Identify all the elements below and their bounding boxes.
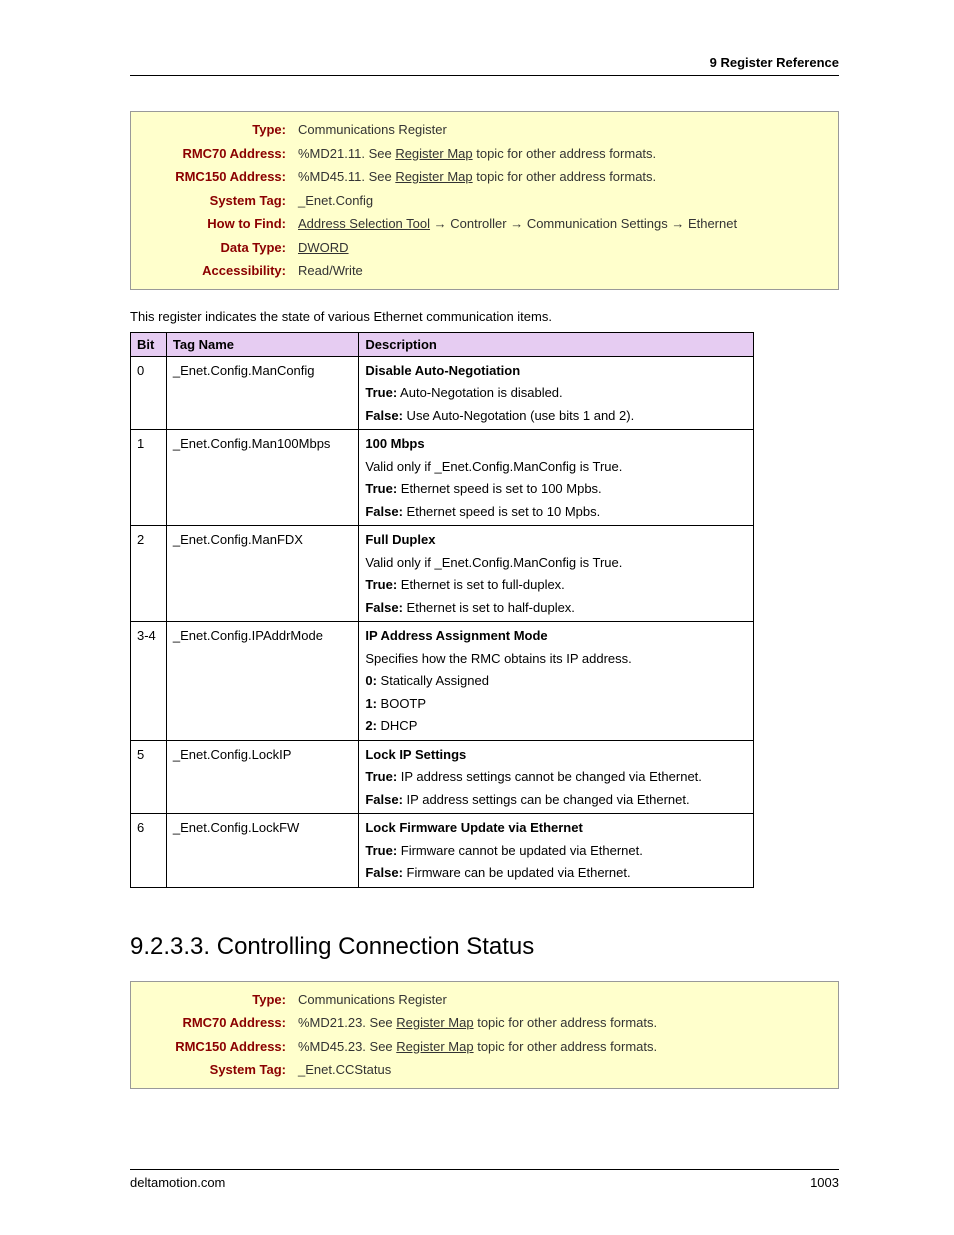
page-header: 9 Register Reference [130, 55, 839, 76]
type-value: Communications Register [298, 990, 828, 1010]
rmc150-label: RMC150 Address: [131, 167, 298, 187]
footer-site: deltamotion.com [130, 1175, 225, 1190]
chapter-title: 9 Register Reference [710, 55, 839, 70]
systag-value: _Enet.CCStatus [298, 1060, 828, 1080]
rmc70-value: %MD21.11. See Register Map topic for oth… [298, 144, 828, 164]
systag-label: System Tag: [131, 191, 298, 211]
howto-value: Address Selection Tool → Controller → Co… [298, 214, 828, 234]
footer-page: 1003 [810, 1175, 839, 1190]
address-selection-tool-link[interactable]: Address Selection Tool [298, 216, 430, 231]
register-map-link[interactable]: Register Map [396, 1039, 473, 1054]
type-value: Communications Register [298, 120, 828, 140]
register-map-link[interactable]: Register Map [395, 146, 472, 161]
dword-link[interactable]: DWORD [298, 240, 349, 255]
table-row: 3-4 _Enet.Config.IPAddrMode IP Address A… [131, 622, 754, 741]
register-info-box-2: Type: Communications Register RMC70 Addr… [130, 981, 839, 1089]
register-map-link[interactable]: Register Map [396, 1015, 473, 1030]
bit-table: Bit Tag Name Description 0 _Enet.Config.… [130, 332, 754, 888]
systag-label: System Tag: [131, 1060, 298, 1080]
section-heading: 9.2.3.3. Controlling Connection Status [130, 933, 839, 961]
rmc150-label: RMC150 Address: [131, 1037, 298, 1057]
table-row: 0 _Enet.Config.ManConfig Disable Auto-Ne… [131, 356, 754, 430]
register-info-box: Type: Communications Register RMC70 Addr… [130, 111, 839, 290]
howto-label: How to Find: [131, 214, 298, 234]
datatype-label: Data Type: [131, 238, 298, 258]
col-description: Description [359, 332, 754, 356]
table-row: 6 _Enet.Config.LockFW Lock Firmware Upda… [131, 814, 754, 888]
rmc150-value: %MD45.11. See Register Map topic for oth… [298, 167, 828, 187]
page-footer: deltamotion.com 1003 [130, 1169, 839, 1190]
register-map-link[interactable]: Register Map [395, 169, 472, 184]
table-row: 1 _Enet.Config.Man100Mbps 100 Mbps Valid… [131, 430, 754, 526]
type-label: Type: [131, 120, 298, 140]
rmc70-value: %MD21.23. See Register Map topic for oth… [298, 1013, 828, 1033]
rmc150-value: %MD45.23. See Register Map topic for oth… [298, 1037, 828, 1057]
systag-value: _Enet.Config [298, 191, 828, 211]
rmc70-label: RMC70 Address: [131, 1013, 298, 1033]
access-value: Read/Write [298, 261, 828, 281]
access-label: Accessibility: [131, 261, 298, 281]
table-row: 2 _Enet.Config.ManFDX Full Duplex Valid … [131, 526, 754, 622]
col-bit: Bit [131, 332, 167, 356]
type-label: Type: [131, 990, 298, 1010]
rmc70-label: RMC70 Address: [131, 144, 298, 164]
intro-text: This register indicates the state of var… [130, 308, 839, 326]
datatype-value: DWORD [298, 238, 828, 258]
table-row: 5 _Enet.Config.LockIP Lock IP Settings T… [131, 740, 754, 814]
col-tagname: Tag Name [166, 332, 358, 356]
